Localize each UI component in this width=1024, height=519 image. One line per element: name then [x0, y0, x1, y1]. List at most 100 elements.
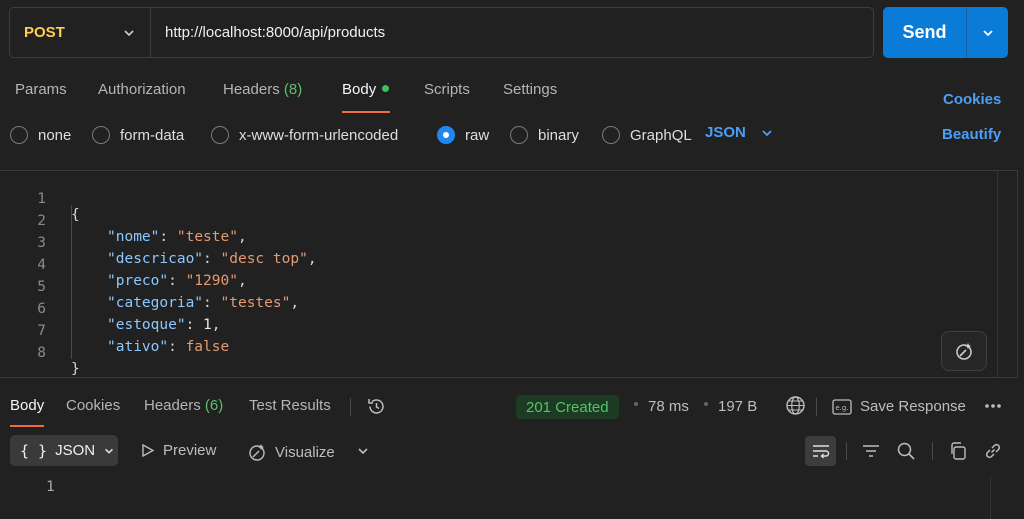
tab-label: Test Results [249, 397, 331, 414]
cookies-link[interactable]: Cookies [943, 91, 1001, 108]
divider [932, 442, 933, 460]
format-label: JSON [55, 442, 96, 459]
url-input[interactable]: http://localhost:8000/api/products [151, 24, 385, 41]
radio-none[interactable]: none [10, 126, 71, 144]
save-response-button[interactable]: e.g. Save Response [832, 398, 966, 415]
separator-dot [704, 402, 708, 406]
code-line: 3 "descricao": "desc top", [0, 219, 990, 267]
radio-form-data[interactable]: form-data [92, 126, 184, 144]
code-line: 2 "nome": "teste", [0, 197, 990, 245]
play-icon [142, 443, 155, 458]
code-line: 5 "categoria": "testes", [0, 263, 990, 311]
response-tab-test-results[interactable]: Test Results [249, 397, 331, 427]
search-icon[interactable] [896, 441, 916, 461]
response-tab-body[interactable]: Body [10, 397, 45, 427]
brace-close: } [71, 361, 80, 377]
tab-headers[interactable]: Headers (8) [223, 81, 302, 113]
beautify-link[interactable]: Beautify [942, 126, 1001, 143]
radio-circle [510, 126, 528, 144]
method-selector[interactable]: POST [10, 8, 151, 57]
link-icon[interactable] [983, 441, 1003, 461]
save-response-label: Save Response [860, 398, 966, 415]
send-button[interactable]: Send [883, 7, 967, 58]
tab-count: (8) [283, 81, 303, 98]
radio-label: form-data [120, 126, 185, 144]
tab-label: Body [342, 81, 377, 98]
method-label: POST [24, 24, 65, 41]
request-url-bar: POST http://localhost:8000/api/products [9, 7, 874, 58]
radio-label: GraphQL [630, 126, 692, 144]
history-icon[interactable] [366, 396, 387, 417]
tab-authorization[interactable]: Authorization [98, 81, 186, 113]
divider [350, 398, 351, 416]
send-button-group: Send [883, 7, 1008, 58]
tab-scripts[interactable]: Scripts [424, 81, 470, 113]
preview-label: Preview [163, 442, 217, 459]
line-text: } [71, 361, 80, 377]
filter-icon[interactable] [861, 441, 881, 461]
tab-label: Cookies [66, 397, 121, 414]
separator-dot [634, 402, 638, 406]
tab-label: Scripts [424, 81, 470, 98]
radio-raw[interactable]: raw [437, 126, 489, 144]
divider [816, 398, 817, 416]
tab-body[interactable]: Body [342, 81, 391, 113]
modified-dot [382, 85, 390, 92]
radio-graphql[interactable]: GraphQL [602, 126, 692, 144]
response-tab-cookies[interactable]: Cookies [66, 397, 120, 427]
response-scrollbar[interactable] [990, 476, 1010, 519]
radio-label: none [38, 126, 72, 144]
send-options-button[interactable] [967, 7, 1008, 58]
response-line-number: 1 [46, 479, 55, 495]
braces-icon: { } [20, 441, 48, 460]
tab-label: Headers [223, 81, 280, 98]
wrap-lines-button[interactable] [805, 436, 836, 466]
code-line: 1 { [0, 175, 990, 223]
response-format-selector[interactable]: { } JSON [10, 435, 118, 466]
tab-settings[interactable]: Settings [503, 81, 557, 113]
preview-button[interactable]: Preview [141, 442, 216, 459]
response-tab-headers[interactable]: Headers (6) [144, 397, 223, 427]
chevron-down-icon [982, 29, 993, 36]
response-time[interactable]: 78 ms [648, 398, 689, 415]
radio-binary[interactable]: binary [510, 126, 579, 144]
tab-params[interactable]: Params [15, 81, 67, 113]
editor-scrollbar[interactable] [997, 171, 1017, 377]
tab-count: (6) [204, 397, 224, 414]
raw-format-label: JSON [705, 124, 746, 141]
radio-circle [92, 126, 110, 144]
request-body-editor[interactable]: 1 { 2 "nome": "teste", 3 "descricao": "d… [0, 170, 1018, 378]
svg-text:e.g.: e.g. [835, 404, 848, 412]
status-badge[interactable]: 201 Created [516, 395, 619, 419]
code-line: 8 } [0, 329, 990, 377]
radio-x-www-form-urlencoded[interactable]: x-www-form-urlencoded [211, 126, 398, 144]
tab-label: Headers [144, 397, 201, 414]
response-size[interactable]: 197 B [718, 398, 757, 415]
chevron-down-icon [124, 29, 134, 36]
radio-label: x-www-form-urlencoded [239, 126, 399, 144]
code-line: 6 "estoque": 1, [0, 285, 990, 333]
globe-icon[interactable] [785, 395, 806, 416]
visualize-button[interactable]: Visualize [247, 442, 335, 462]
visualize-icon [249, 444, 265, 461]
code-line: 7 "ativo": false [0, 307, 990, 355]
tab-label: Params [15, 81, 67, 98]
copy-icon[interactable] [948, 441, 968, 461]
chevron-down-icon [762, 129, 772, 136]
line-number: 8 [37, 345, 46, 361]
radio-label: raw [465, 126, 490, 144]
more-options-icon[interactable] [984, 403, 1002, 409]
tab-label: Body [10, 397, 45, 414]
wrap-text-icon [812, 445, 829, 459]
tab-label: Authorization [98, 81, 186, 98]
radio-circle-selected [437, 126, 455, 144]
radio-circle [211, 126, 229, 144]
chevron-down-icon [105, 448, 114, 454]
magic-wand-icon [956, 343, 972, 360]
example-icon: e.g. [832, 398, 852, 415]
chevron-down-icon[interactable] [356, 444, 370, 458]
raw-format-selector[interactable]: JSON [705, 124, 774, 141]
ai-assist-button[interactable] [941, 331, 987, 371]
radio-label: binary [538, 126, 579, 144]
divider [846, 442, 847, 460]
